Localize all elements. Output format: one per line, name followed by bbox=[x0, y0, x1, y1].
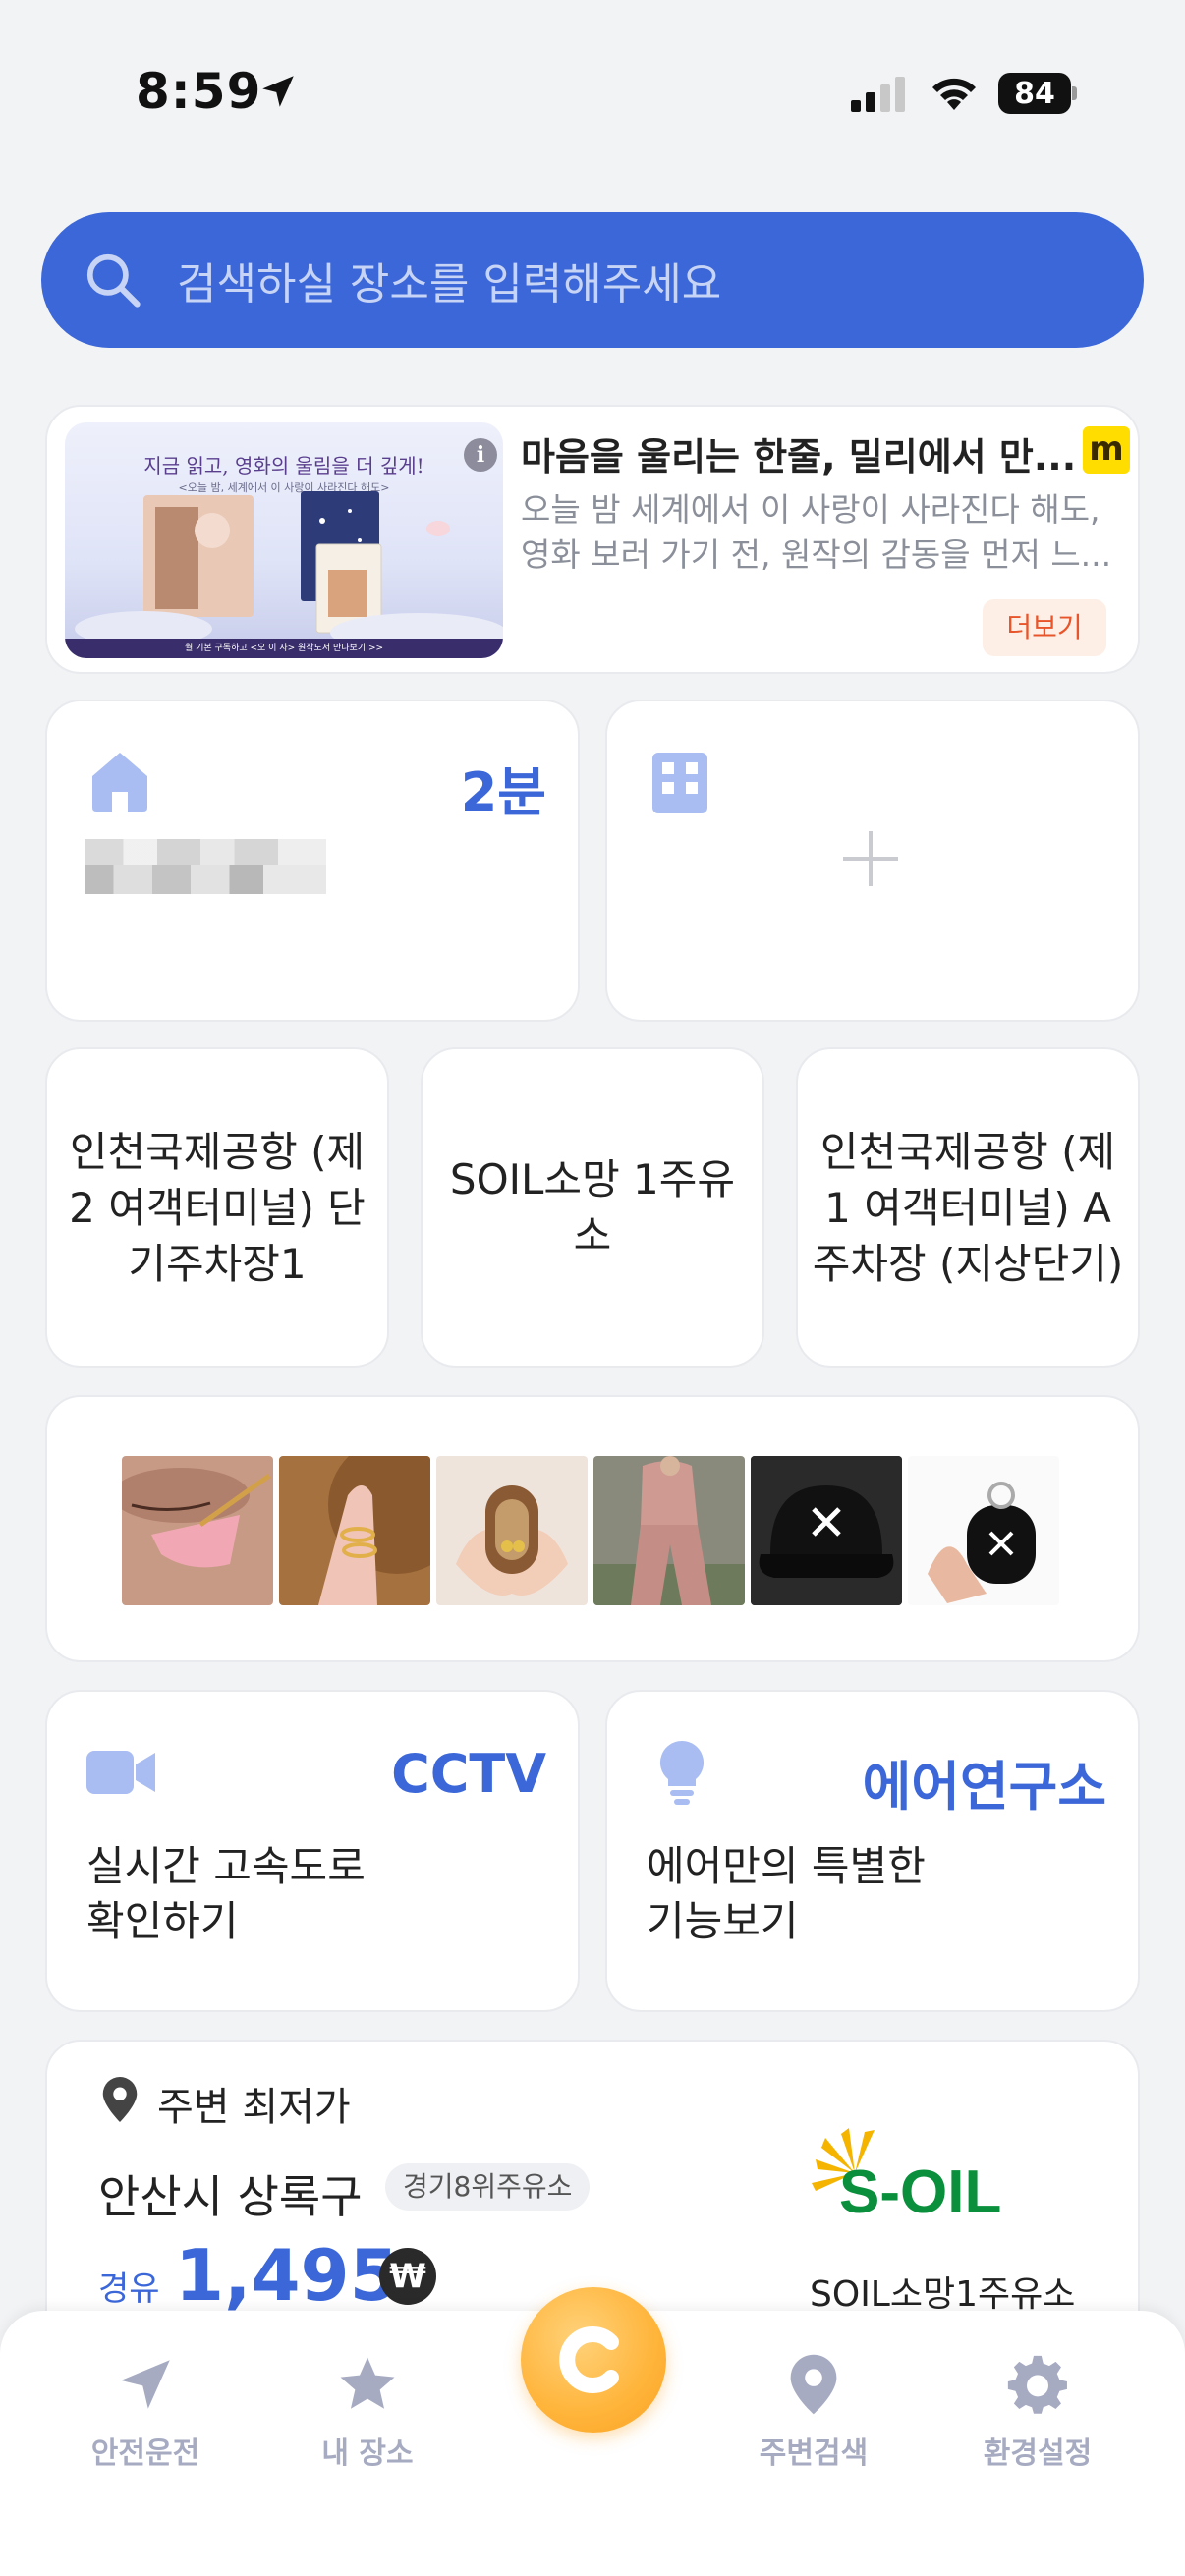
home-favorite-card[interactable]: 2분 bbox=[45, 700, 580, 1022]
ad-image-footer: 월 기본 구독하고 <오 이 사> 원작도서 만나보기 >> bbox=[65, 639, 503, 658]
video-camera-icon bbox=[86, 1751, 155, 1794]
fuel-price: 1,495 bbox=[175, 2234, 399, 2317]
air-lab-title: 에어연구소 bbox=[862, 1756, 1106, 1818]
recent-place-2[interactable]: SOIL소망 1주유소 bbox=[421, 1047, 764, 1368]
add-place-icon[interactable] bbox=[839, 827, 902, 890]
tab-label: 주변검색 bbox=[759, 2436, 869, 2471]
tab-label: 환경설정 bbox=[983, 2436, 1093, 2471]
info-icon[interactable]: i bbox=[464, 438, 497, 472]
ad-description: 오늘 밤 세계에서 이 사랑이 사라진다 해도, 영화 보러 가기 전, 원작의… bbox=[521, 490, 1112, 574]
c-logo-icon bbox=[559, 2326, 619, 2393]
battery-indicator: 84 bbox=[998, 73, 1077, 114]
s-oil-logo-text: S-OIL bbox=[839, 2158, 1001, 2226]
company-favorite-card[interactable] bbox=[605, 700, 1140, 1022]
recent-place-name: 인천국제공항 (제2 여객터미널) 단기주차장1 bbox=[69, 1127, 366, 1288]
ad-book-artwork bbox=[75, 491, 503, 652]
wifi-icon bbox=[932, 78, 976, 110]
tab-label: 내 장소 bbox=[321, 2436, 414, 2471]
map-pin-icon bbox=[790, 2354, 837, 2415]
recent-place-1[interactable]: 인천국제공항 (제2 여객터미널) 단기주차장1 bbox=[45, 1047, 389, 1368]
ad-more-button[interactable]: 더보기 bbox=[983, 599, 1106, 656]
air-lab-description: 에어만의 특별한 기능보기 bbox=[647, 1842, 926, 1945]
tab-settings[interactable]: 환경설정 bbox=[949, 2352, 1126, 2472]
product-image-keychain-pouch[interactable] bbox=[908, 1456, 1059, 1605]
navigation-arrow-icon bbox=[121, 2360, 170, 2409]
product-image-brow-stencil[interactable] bbox=[122, 1456, 273, 1605]
cctv-card[interactable]: CCTV 실시간 고속도로 확인하기 bbox=[45, 1690, 580, 2012]
product-image-knit-set[interactable] bbox=[593, 1456, 745, 1605]
tab-label: 안전운전 bbox=[90, 2436, 200, 2471]
building-icon bbox=[652, 753, 707, 813]
cctv-description: 실시간 고속도로 확인하기 bbox=[86, 1842, 366, 1945]
status-time: 8:59 bbox=[136, 63, 262, 120]
product-image-cap[interactable] bbox=[751, 1456, 902, 1605]
lightbulb-icon bbox=[659, 1741, 705, 1805]
recent-place-name: SOIL소망 1주유소 bbox=[449, 1155, 736, 1260]
home-address-blurred-line bbox=[85, 865, 326, 894]
search-icon bbox=[86, 253, 141, 308]
map-pin-icon bbox=[102, 2077, 138, 2122]
air-lab-card[interactable]: 에어연구소 에어만의 특별한 기능보기 bbox=[605, 1690, 1140, 2012]
ad-image: 지금 읽고, 영화의 울림을 더 깊게! <오늘 밤, 세계에서 이 사랑이 사… bbox=[65, 422, 503, 658]
gear-icon bbox=[1007, 2355, 1067, 2414]
search-bar[interactable]: 검색하실 장소를 입력해주세요 bbox=[41, 212, 1144, 348]
cctv-title: CCTV bbox=[391, 1743, 546, 1805]
rank-badge: 경기8위주유소 bbox=[385, 2163, 591, 2211]
station-name: SOIL소망1주유소 bbox=[810, 2274, 1076, 2315]
recent-place-3[interactable]: 인천국제공항 (제1 여객터미널) A 주차장 (지상단기) bbox=[796, 1047, 1140, 1368]
center-action-button[interactable] bbox=[521, 2287, 666, 2433]
ad-title: 마음을 울리는 한줄, 밀리에서 만... bbox=[521, 435, 1077, 478]
home-travel-time: 2분 bbox=[460, 761, 546, 823]
fuel-type: 경유 bbox=[98, 2269, 160, 2309]
lowest-price-label: 주변 최저가 bbox=[157, 2085, 351, 2130]
tab-safe-driving[interactable]: 안전운전 bbox=[57, 2352, 234, 2472]
won-currency-icon: ₩ bbox=[379, 2248, 436, 2305]
bottom-tab-bar: 안전운전 내 장소 주변검색 환경설정 bbox=[0, 2287, 1185, 2576]
product-ad-strip[interactable] bbox=[45, 1395, 1140, 1662]
cellular-signal-icon bbox=[851, 77, 905, 112]
product-image-ring[interactable] bbox=[279, 1456, 430, 1605]
star-icon bbox=[340, 2357, 395, 2409]
home-icon bbox=[92, 753, 147, 812]
recent-place-name: 인천국제공항 (제1 여객터미널) A 주차장 (지상단기) bbox=[812, 1127, 1124, 1288]
battery-level: 84 bbox=[998, 73, 1071, 114]
ad-logo: m bbox=[1083, 426, 1130, 474]
s-oil-logo: S-OIL bbox=[812, 2128, 1001, 2226]
product-image-pendant[interactable] bbox=[436, 1456, 588, 1605]
search-placeholder: 검색하실 장소를 입력해주세요 bbox=[177, 259, 722, 309]
ad-banner[interactable]: 지금 읽고, 영화의 울림을 더 깊게! <오늘 밤, 세계에서 이 사랑이 사… bbox=[45, 405, 1140, 674]
location-arrow-icon bbox=[262, 76, 294, 107]
tab-nearby-search[interactable]: 주변검색 bbox=[725, 2352, 902, 2472]
area-name: 안산시 상록구 bbox=[98, 2170, 363, 2223]
tab-my-places[interactable]: 내 장소 bbox=[279, 2352, 456, 2472]
